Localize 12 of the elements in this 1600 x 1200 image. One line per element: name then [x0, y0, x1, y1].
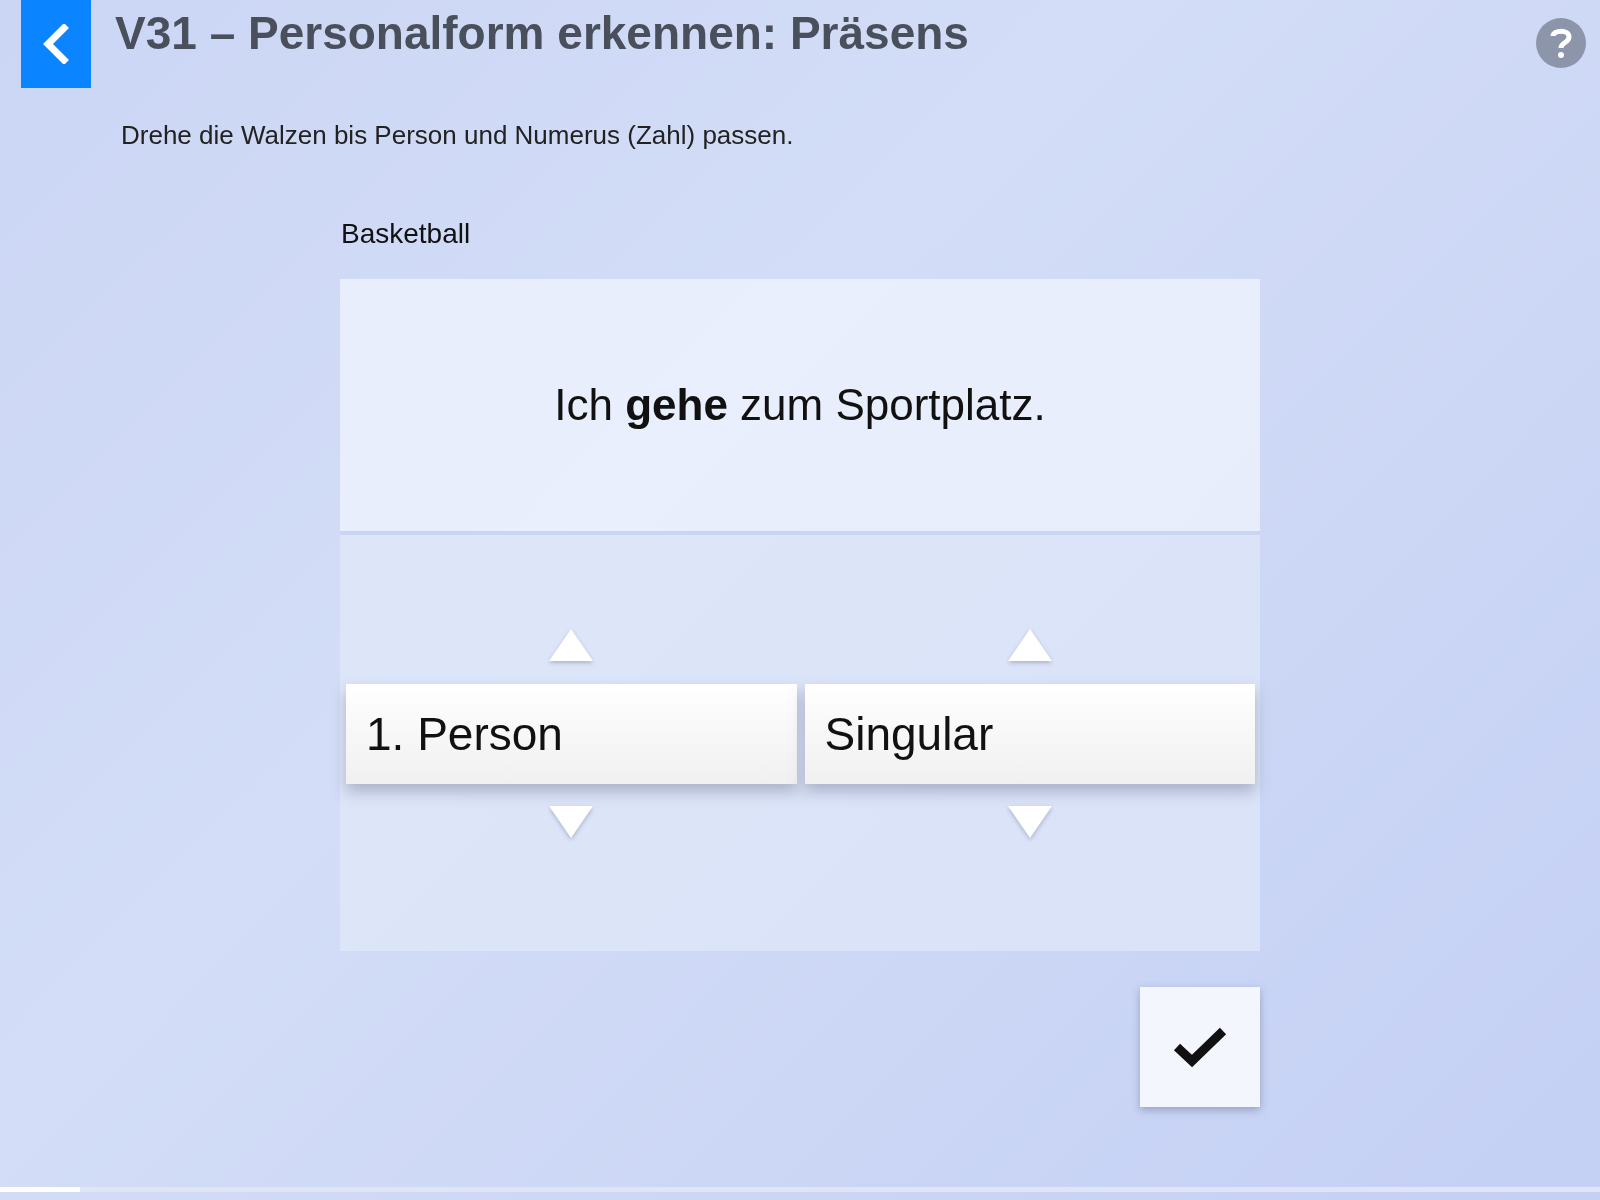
- reel-value[interactable]: 1. Person: [346, 684, 797, 784]
- back-button[interactable]: [21, 0, 91, 88]
- check-icon: [1172, 1025, 1228, 1069]
- help-button[interactable]: [1536, 18, 1586, 68]
- instruction-text: Drehe die Walzen bis Person und Numerus (Zahl) passen.: [121, 119, 795, 152]
- back-icon: [42, 24, 70, 64]
- sentence-text: Ich gehe zum Sportplatz.: [554, 379, 1046, 431]
- task-label: Basketball: [341, 217, 472, 251]
- reel-value[interactable]: Singular: [804, 684, 1255, 784]
- help-icon: [1550, 27, 1572, 59]
- page-title: V31 – Personalform erkennen: Präsens: [115, 8, 969, 59]
- check-button[interactable]: [1140, 987, 1260, 1107]
